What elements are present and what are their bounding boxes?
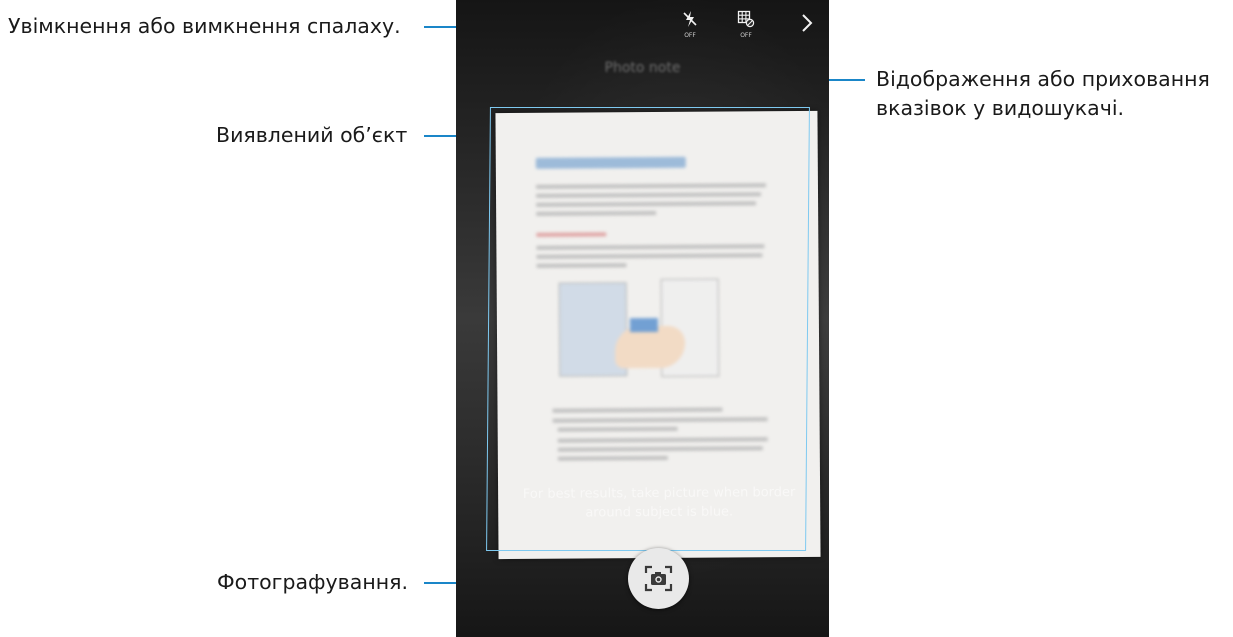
callout-capture: Фотографування. [217, 570, 408, 594]
flash-state-label: OFF [684, 32, 696, 39]
guide-state-label: OFF [740, 32, 752, 39]
callout-guide-line1: Відображення або приховання [876, 67, 1210, 91]
flash-off-icon [683, 11, 697, 27]
callout-flash: Увімкнення або вимкнення спалаху. [8, 14, 401, 38]
callout-detected: Виявлений об’єкт [216, 123, 408, 147]
guide-grid-icon [737, 10, 755, 28]
capture-button[interactable] [628, 548, 689, 609]
mode-title: Photo note [604, 60, 681, 76]
camera-icon [644, 565, 673, 592]
guide-toggle-button[interactable]: OFF [732, 10, 760, 39]
detection-frame [486, 107, 810, 551]
callout-guide-line2: вказівок у видошукачі. [876, 96, 1125, 120]
next-button[interactable] [794, 12, 820, 38]
callout-guide: Відображення або приховання вказівок у в… [876, 65, 1210, 123]
flash-toggle-button[interactable]: OFF [676, 10, 704, 39]
camera-viewfinder: OFF OFF Photo note For best results, tak… [456, 0, 829, 637]
chevron-right-icon [802, 14, 813, 32]
